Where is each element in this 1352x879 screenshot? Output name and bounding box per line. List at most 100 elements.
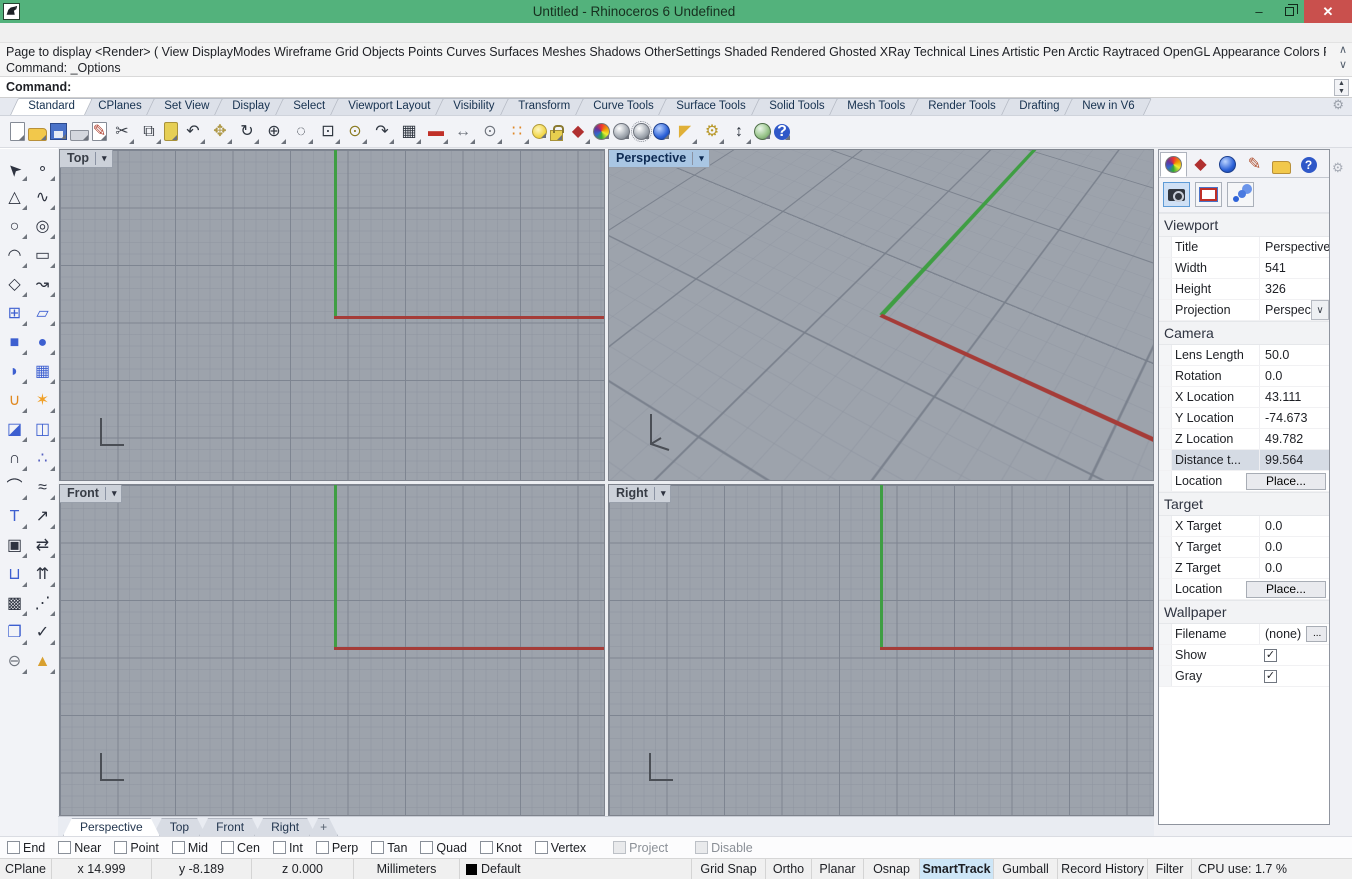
osnap-checkbox[interactable] [58,841,71,854]
viewport-perspective[interactable]: Perspective ▾ [608,149,1154,481]
fillet-curve-tool[interactable]: ⌒ [1,474,28,501]
distance-icon[interactable]: ↔ [451,120,475,144]
boolean-difference-tool[interactable]: ⊖ [1,648,28,675]
copy-tool[interactable]: ▣ [1,532,28,559]
point-cloud-icon[interactable]: ∷ [505,120,529,144]
zoom-in-icon[interactable]: ⊕ [262,120,286,144]
sphere-tool[interactable]: ● [29,329,56,356]
osnap-int-checkbox[interactable]: Int [273,841,303,855]
document-properties-icon[interactable]: ✎ [92,122,107,141]
open-file-icon[interactable] [28,128,47,141]
osnap-end-checkbox[interactable]: End [7,841,45,855]
notes-tab[interactable]: ✎ [1241,152,1268,177]
osnap-checkbox[interactable] [221,841,234,854]
vptab-right[interactable]: Right [254,818,316,836]
checkbox[interactable]: ✓ [1264,649,1277,662]
tab-transform[interactable]: Transform [500,98,588,115]
osnap-checkbox[interactable] [613,841,626,854]
status-record-history-toggle[interactable]: Record History [1058,859,1148,879]
viewport-title-perspective[interactable]: Perspective ▾ [609,150,710,168]
osnap-checkbox[interactable] [480,841,493,854]
vptab-front[interactable]: Front [199,818,261,836]
vptab-top[interactable]: Top [153,818,206,836]
osnap-mid-checkbox[interactable]: Mid [172,841,208,855]
osnap-tan-checkbox[interactable]: Tan [371,841,407,855]
viewport-menu-arrow-icon[interactable]: ▾ [661,488,666,499]
osnap-checkbox[interactable] [273,841,286,854]
row-y-location[interactable]: Y Location -74.673 -74.673 ∨ ... ✓ [1159,408,1329,429]
shade-tool[interactable]: ▲ [29,648,56,675]
scale-tool[interactable]: ↗ [29,503,56,530]
osnap-checkbox[interactable] [7,841,20,854]
globe-icon[interactable] [754,123,771,140]
tabstrip-gear-icon[interactable]: ⚙ [1332,97,1344,113]
checkbox[interactable]: ✓ [1264,670,1277,683]
car-icon[interactable]: ▬ [424,120,448,144]
status-planar-toggle[interactable]: Planar [812,859,864,879]
place-button[interactable]: Place... [1246,473,1326,490]
history-scroll-down-icon[interactable]: ∨ [1339,58,1347,73]
status-gridsnap-toggle[interactable]: Grid Snap [692,859,766,879]
place-button[interactable]: Place... [1246,581,1326,598]
viewport-right[interactable]: Right ▾ [608,484,1154,816]
color-wheel-icon[interactable] [593,123,610,140]
panel-gear-icon[interactable]: ⚙ [1332,160,1344,176]
close-button[interactable]: ✕ [1304,0,1352,23]
properties-tab[interactable] [1160,152,1187,177]
explode-tool[interactable]: ✶ [29,387,56,414]
surface-patch-tool[interactable]: ▱ [29,300,56,327]
osnap-checkbox[interactable] [172,841,185,854]
status-layer-button[interactable]: Default [460,859,692,879]
tab-mesh-tools[interactable]: Mesh Tools [829,98,923,115]
viewport-menu-arrow-icon[interactable]: ▾ [112,488,117,499]
measure-cone-icon[interactable]: ◤ [673,120,697,144]
vptab-perspective[interactable]: Perspective [63,818,160,836]
osnap-checkbox[interactable] [114,841,127,854]
text-tool[interactable]: T [1,503,28,530]
arc-tool[interactable]: ◠ [1,242,28,269]
row-z-location[interactable]: Z Location 49.782 49.782 ∨ ... ✓ [1159,429,1329,450]
osnap-checkbox[interactable] [695,841,708,854]
tab-viewport-layout[interactable]: Viewport Layout [330,98,448,115]
restore-button[interactable] [1274,0,1304,23]
cut-icon[interactable]: ✂ [110,120,134,144]
status-cpu-readout[interactable]: CPU use: 1.7 % [1192,859,1352,879]
status-z-readout[interactable]: z 0.000 [252,859,354,879]
browse-button[interactable]: ... [1306,626,1327,642]
paste-icon[interactable] [164,122,178,141]
viewport-front[interactable]: Front ▾ [59,484,605,816]
row-filename[interactable]: Filename (none) (none) ∨ ... ✓ [1159,624,1329,645]
row-height[interactable]: Height 326 326 ∨ ... ✓ [1159,279,1329,300]
status-gumball-toggle[interactable]: Gumball [994,859,1058,879]
display-mode-icon[interactable]: ◆ [566,120,590,144]
row-rotation[interactable]: Rotation 0.0 0.0 ∨ ... ✓ [1159,366,1329,387]
status-cplane-button[interactable]: CPlane [0,859,52,879]
viewport-menu-arrow-icon[interactable]: ▾ [699,153,704,164]
tab-curve-tools[interactable]: Curve Tools [575,98,671,115]
status-osnap-toggle[interactable]: Osnap [864,859,920,879]
row-title[interactable]: Title Perspective Perspective ∨ ... ✓ [1159,237,1329,258]
curve-boolean-tool[interactable]: ∩ [1,445,28,472]
select-cursor-tool[interactable]: ➤ [1,155,28,182]
shaded-view-icon[interactable] [613,123,630,140]
osnap-checkbox[interactable] [535,841,548,854]
row-projection[interactable]: Projection Perspective Perspective ∨ ...… [1159,300,1329,321]
viewport-title-right[interactable]: Right ▾ [609,485,671,503]
libraries-tab[interactable] [1268,152,1295,177]
mirror-tool[interactable]: ⇄ [29,532,56,559]
osnap-checkbox[interactable] [371,841,384,854]
status-units-button[interactable]: Millimeters [354,859,460,879]
status-ortho-toggle[interactable]: Ortho [766,859,812,879]
osnap-checkbox[interactable] [420,841,433,854]
trim-tool[interactable]: ◪ [1,416,28,443]
tab-surface-tools[interactable]: Surface Tools [658,98,763,115]
join-tool[interactable]: ∪ [1,387,28,414]
rotate-view-icon[interactable]: ↻ [235,120,259,144]
options-gear-icon[interactable]: ⚙ [700,120,724,144]
viewport-layout-icon[interactable]: ▦ [397,120,421,144]
circle-center-icon[interactable]: ⊙ [478,120,502,144]
undo-view-icon[interactable]: ↷ [370,120,394,144]
row-target-location[interactable]: Location Place... Place... ∨ ... ✓ [1159,579,1329,600]
vptab-new[interactable]: + [309,818,338,836]
osnap-cen-checkbox[interactable]: Cen [221,841,260,855]
